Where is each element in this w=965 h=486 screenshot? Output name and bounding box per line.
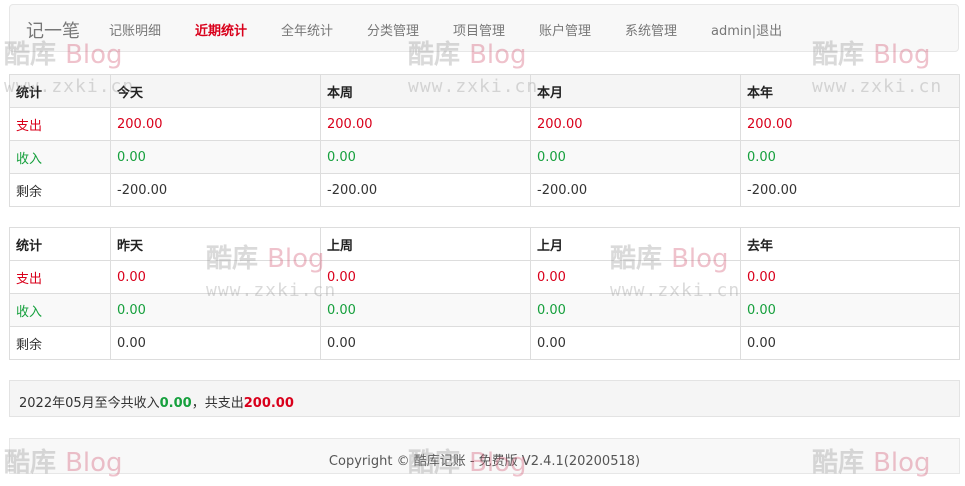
footer: Copyright © 酷库记账 - 免费版 V2.4.1(20200518): [9, 438, 960, 474]
nav-item-system-manage[interactable]: 系统管理: [625, 20, 677, 39]
table-header: 去年: [740, 227, 960, 261]
table-cell: 0.00: [320, 326, 531, 360]
table-row-expense: 支出 0.00 0.00 0.00 0.00: [9, 260, 960, 294]
table-cell: -200.00: [110, 173, 321, 207]
summary-middle: ，共支出: [191, 396, 244, 411]
table-cell: 0.00: [530, 326, 741, 360]
table-cell: 0.00: [530, 260, 741, 294]
table-cell: 0.00: [740, 140, 960, 174]
table-cell: 0.00: [110, 293, 321, 327]
table-cell: 0.00: [110, 260, 321, 294]
top-navbar: 记一笔 记账明细 近期统计 全年统计 分类管理 项目管理 账户管理 系统管理 a…: [9, 4, 959, 52]
table-cell: 0.00: [320, 140, 531, 174]
table-cell: -200.00: [740, 173, 960, 207]
row-label: 收入: [9, 140, 111, 174]
table-cell: 200.00: [110, 107, 321, 141]
table-header: 上月: [530, 227, 741, 261]
summary-expense: 200.00: [243, 396, 294, 411]
table-header-row: 统计 昨天 上周 上月 去年: [9, 227, 960, 261]
table-header: 统计: [9, 74, 111, 108]
table-header: 本周: [320, 74, 531, 108]
row-label: 支出: [9, 107, 111, 141]
summary-prefix: 2022年05月至今共收入: [19, 396, 160, 411]
table-header: 本年: [740, 74, 960, 108]
row-label: 收入: [9, 293, 111, 327]
table-header: 上周: [320, 227, 531, 261]
table-cell: -200.00: [530, 173, 741, 207]
table-header-row: 统计 今天 本周 本月 本年: [9, 74, 960, 108]
nav-item-account-manage[interactable]: 账户管理: [539, 20, 591, 39]
table-row-expense: 支出 200.00 200.00 200.00 200.00: [9, 107, 960, 141]
nav-item-project-manage[interactable]: 项目管理: [453, 20, 505, 39]
table-header: 今天: [110, 74, 321, 108]
stats-table-current: 统计 今天 本周 本月 本年 支出 200.00 200.00 200.00 2…: [9, 74, 960, 207]
summary-box: 2022年05月至今共收入0.00，共支出200.00: [9, 380, 960, 417]
table-cell: 200.00: [740, 107, 960, 141]
table-cell: 200.00: [320, 107, 531, 141]
table-header: 统计: [9, 227, 111, 261]
table-cell: 0.00: [110, 326, 321, 360]
copyright-text: Copyright © 酷库记账 - 免费版 V2.4.1(20200518): [328, 454, 641, 469]
row-label: 剩余: [9, 326, 111, 360]
nav-item-details[interactable]: 记账明细: [109, 20, 161, 39]
stats-table-previous: 统计 昨天 上周 上月 去年 支出 0.00 0.00 0.00 0.00 收入…: [9, 227, 960, 360]
page: 记一笔 记账明细 近期统计 全年统计 分类管理 项目管理 账户管理 系统管理 a…: [0, 0, 965, 486]
table-cell: 0.00: [110, 140, 321, 174]
row-label: 支出: [9, 260, 111, 294]
table-cell: 0.00: [320, 293, 531, 327]
summary-income: 0.00: [159, 396, 192, 411]
table-cell: 0.00: [740, 260, 960, 294]
table-row-balance: 剩余 -200.00 -200.00 -200.00 -200.00: [9, 173, 960, 207]
table-cell: 0.00: [530, 140, 741, 174]
table-row-income: 收入 0.00 0.00 0.00 0.00: [9, 293, 960, 327]
nav-item-annual-stats[interactable]: 全年统计: [281, 20, 333, 39]
row-label: 剩余: [9, 173, 111, 207]
nav-item-user-logout[interactable]: admin|退出: [711, 20, 782, 39]
table-row-income: 收入 0.00 0.00 0.00 0.00: [9, 140, 960, 174]
table-cell: 0.00: [740, 293, 960, 327]
table-row-balance: 剩余 0.00 0.00 0.00 0.00: [9, 326, 960, 360]
nav-item-recent-stats[interactable]: 近期统计: [195, 20, 247, 39]
brand-logo[interactable]: 记一笔: [26, 17, 80, 43]
table-cell: 0.00: [740, 326, 960, 360]
table-header: 本月: [530, 74, 741, 108]
table-cell: 0.00: [530, 293, 741, 327]
nav-item-category-manage[interactable]: 分类管理: [367, 20, 419, 39]
table-cell: 0.00: [320, 260, 531, 294]
table-cell: 200.00: [530, 107, 741, 141]
table-cell: -200.00: [320, 173, 531, 207]
table-header: 昨天: [110, 227, 321, 261]
